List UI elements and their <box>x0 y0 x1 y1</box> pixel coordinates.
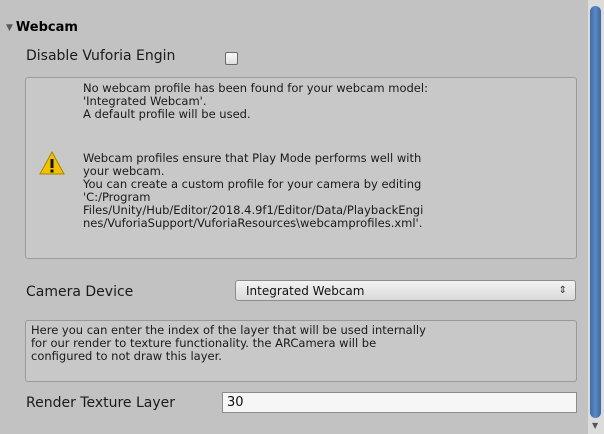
vertical-scrollbar[interactable]: ▼ <box>588 0 604 434</box>
webcam-help-text-1: No webcam profile has been found for you… <box>83 81 428 121</box>
section-title: Webcam <box>15 20 78 35</box>
render-texture-layer-label: Render Texture Layer <box>26 395 176 411</box>
disable-vuforia-checkbox[interactable] <box>225 52 238 65</box>
camera-device-label: Camera Device <box>26 284 134 300</box>
render-texture-layer-input[interactable] <box>222 392 577 413</box>
inspector-panel: ▼ Webcam Disable Vuforia Engin No webcam… <box>0 0 588 434</box>
webcam-foldout[interactable]: ▼ Webcam <box>6 20 78 35</box>
scrollbar-thumb[interactable] <box>590 6 601 418</box>
webcam-help-text-2: Webcam profiles ensure that Play Mode pe… <box>83 151 424 230</box>
render-texture-help-text: Here you can enter the index of the laye… <box>31 323 426 363</box>
render-texture-help-box: Here you can enter the index of the laye… <box>25 320 577 382</box>
camera-device-value: Integrated Webcam <box>246 283 365 298</box>
warning-icon <box>39 151 65 175</box>
dropdown-arrows-icon: ⇕ <box>558 285 567 296</box>
scroll-down-arrow-icon[interactable]: ▼ <box>592 421 598 430</box>
camera-device-dropdown[interactable]: Integrated Webcam ⇕ <box>235 280 576 301</box>
foldout-arrow-icon[interactable]: ▼ <box>6 23 13 33</box>
webcam-help-box: No webcam profile has been found for you… <box>25 77 577 259</box>
disable-vuforia-label: Disable Vuforia Engin <box>26 48 176 64</box>
